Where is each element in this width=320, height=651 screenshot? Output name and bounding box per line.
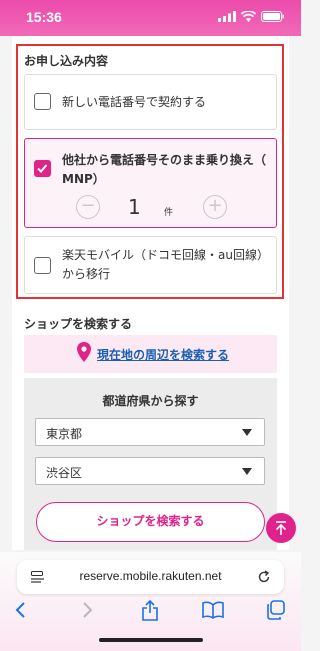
bookmarks-icon[interactable] [202,600,224,620]
city-select[interactable]: 渋谷区 [35,457,265,485]
city-value: 渋谷区 [46,466,83,480]
battery-icon [261,11,284,22]
checkbox-mnp[interactable] [34,160,51,177]
caret-down-icon [242,429,252,436]
option-mnp-label-line1: 他社から電話番号そのまま乗り換え（ [62,153,267,167]
quantity-value: 1 [128,195,141,219]
checkbox-migrate[interactable] [34,257,51,274]
reload-icon[interactable] [257,570,271,584]
nearby-search-link[interactable]: 現在地の周辺を検索する [97,346,229,363]
wifi-icon [241,11,256,22]
option-migrate-label-line1: 楽天モバイル（ドコモ回線・au回線） [62,248,269,262]
forward-icon[interactable] [80,600,94,620]
prefecture-title: 都道府県から探す [102,394,199,408]
option-new-number[interactable]: 新しい電話番号で契約する [24,74,277,130]
arrow-up-icon [275,521,287,535]
location-pin-icon [77,342,91,362]
decrement-button[interactable]: − [76,195,100,219]
browser-nav [0,600,301,630]
increment-button[interactable]: + [203,195,227,219]
option-mnp-label-line2: MNP） [62,172,105,186]
signal-icon [218,11,236,22]
status-bar: 15:36 [0,0,301,36]
home-indicator [99,638,203,642]
caret-down-icon [242,468,252,475]
url-text[interactable]: reserve.mobile.rakuten.net [17,569,284,583]
nearby-search-button[interactable]: 現在地の周辺を検索する [24,335,277,373]
status-time: 15:36 [26,9,62,25]
shop-search-button[interactable]: ショップを検索する [36,502,265,542]
status-icons [218,11,285,22]
address-bar[interactable]: reserve.mobile.rakuten.net [17,560,284,594]
tabs-icon[interactable] [266,600,286,620]
back-icon[interactable] [14,600,28,620]
shop-search-title: ショップを検索する [24,317,133,331]
share-icon[interactable] [141,600,159,622]
quantity-stepper: − 1 件 + [50,195,240,221]
option-migrate[interactable]: 楽天モバイル（ドコモ回線・au回線） から移行 [24,236,277,294]
browser-toolbar: reserve.mobile.rakuten.net [0,552,301,651]
prefecture-value: 東京都 [46,427,83,441]
scroll-to-top-button[interactable] [266,513,296,543]
option-new-number-label: 新しい電話番号で契約する [62,95,207,109]
prefecture-select[interactable]: 東京都 [35,418,265,446]
check-icon [37,164,48,173]
prefecture-panel: 都道府県から探す 東京都 渋谷区 ショップを検索する [24,378,277,550]
quantity-unit: 件 [164,208,174,218]
checkbox-new-number[interactable] [34,93,51,110]
option-migrate-label-line2: から移行 [62,267,111,281]
